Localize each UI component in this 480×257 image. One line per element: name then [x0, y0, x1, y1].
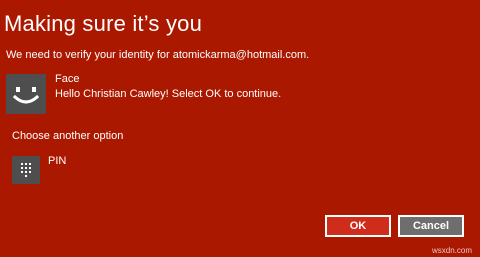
face-tile: [6, 74, 46, 114]
face-option-description: Hello Christian Cawley! Select OK to con…: [55, 88, 282, 100]
watermark: wsxdn.com: [431, 246, 472, 255]
ok-button[interactable]: OK: [325, 215, 391, 237]
verification-dialog: Making sure it’s you We need to verify y…: [0, 0, 480, 257]
choose-another-option-label: Choose another option: [12, 130, 124, 142]
face-option[interactable]: Face Hello Christian Cawley! Select OK t…: [6, 72, 306, 120]
dialog-subtitle: We need to verify your identity for atom…: [6, 49, 310, 61]
dialog-title: Making sure it’s you: [4, 11, 203, 36]
pin-tile: [12, 156, 40, 184]
pin-option-label: PIN: [48, 155, 67, 167]
pin-option[interactable]: PIN: [12, 154, 112, 188]
keypad-icon: [21, 163, 31, 177]
face-option-label: Face: [55, 73, 80, 85]
smiley-face-icon: [12, 87, 40, 104]
cancel-button[interactable]: Cancel: [398, 215, 464, 237]
